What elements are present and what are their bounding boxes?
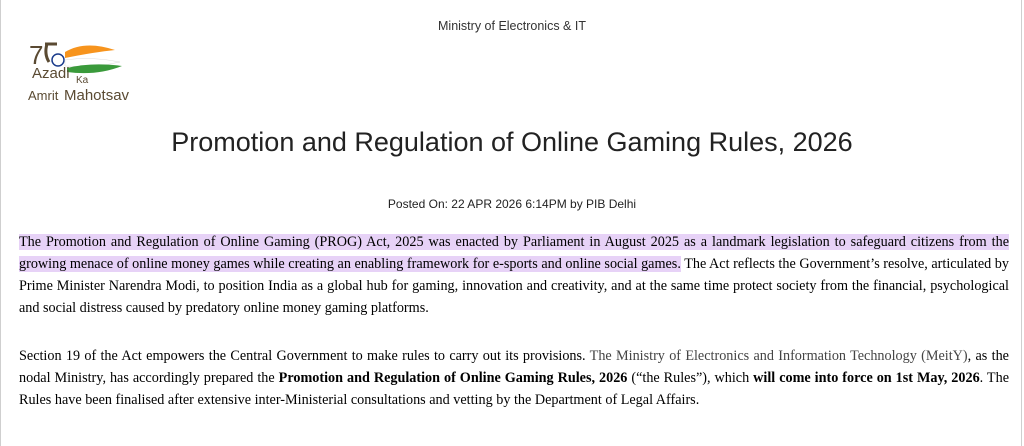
- ministry-name: Ministry of Electronics & IT: [438, 19, 586, 33]
- paragraph-text: Section 19 of the Act empowers the Centr…: [19, 348, 586, 364]
- azadi-ka-amrit-mahotsav-logo: 7 Azadi Ka Amrit Mahotsav: [27, 38, 152, 110]
- paragraph-intro: The Promotion and Regulation of Online G…: [19, 231, 1009, 319]
- ministry-reference-text: The Ministry of Elec: [585, 348, 711, 364]
- logo-ka-text: Ka: [76, 75, 89, 86]
- ministry-reference-text: (MeitY): [916, 348, 968, 364]
- effective-date-bold: will come into force on 1st May, 2026: [753, 370, 980, 386]
- paragraph-text: (“the Rules”), which: [627, 370, 754, 386]
- ministry-reference-text: tronics and Information Technology: [710, 348, 917, 364]
- rules-name-bold: Promotion and Regulation of Online Gamin…: [278, 370, 628, 386]
- logo-azadi-text: Azadi: [32, 65, 70, 82]
- paragraph-section-19: Section 19 of the Act empowers the Centr…: [19, 345, 1009, 411]
- posted-date: Posted On: 22 APR 2026 6:14PM by PIB Del…: [387, 197, 637, 211]
- logo-mahotsav-text: Mahotsav: [64, 87, 130, 104]
- page-title: Promotion and Regulation of Online Gamin…: [171, 127, 853, 157]
- logo-amrit-text: Amrit: [28, 88, 59, 103]
